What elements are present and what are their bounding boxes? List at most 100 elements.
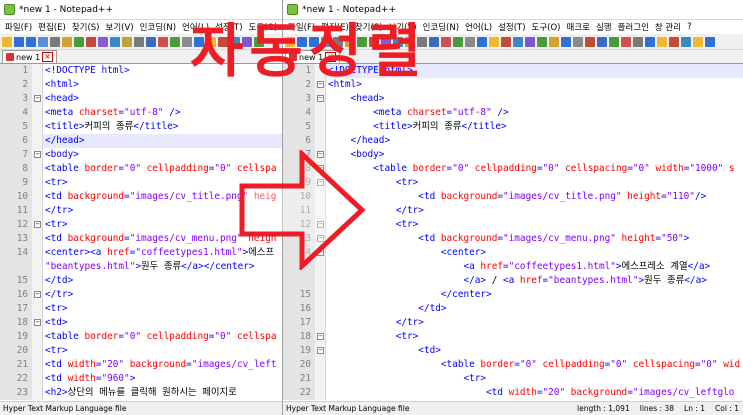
code-line[interactable]: 6 </head> <box>0 134 282 148</box>
code-line[interactable]: 18− <td> <box>0 316 282 330</box>
play-icon[interactable] <box>549 36 559 47</box>
left-document-tab[interactable]: new 1 × <box>2 50 57 63</box>
right-menu-item[interactable]: 창 관리 <box>652 21 684 33</box>
folder-icon[interactable] <box>501 36 511 47</box>
fold-toggle-icon[interactable]: − <box>34 151 41 158</box>
code-line[interactable]: 17 </tr> <box>283 316 743 330</box>
replace-icon[interactable] <box>429 36 439 47</box>
fold-toggle-icon[interactable]: − <box>34 319 41 326</box>
code-line[interactable]: 16 </td> <box>283 302 743 316</box>
find-icon[interactable] <box>134 36 144 47</box>
code-line[interactable]: 22 <td width="960"> <box>0 372 282 386</box>
code-token: href <box>480 261 503 272</box>
save-macro-icon[interactable] <box>561 36 571 47</box>
right-menu-item[interactable]: 도구(O) <box>529 21 564 33</box>
cut-icon[interactable] <box>645 36 655 47</box>
left-menu-item[interactable]: 보기(V) <box>103 21 137 33</box>
code-line[interactable]: 20 <tr> <box>0 344 282 358</box>
close-icon[interactable]: × <box>42 52 53 62</box>
right-menu-item[interactable]: ? <box>684 22 695 32</box>
fold-toggle-icon[interactable]: − <box>317 333 324 340</box>
paste-icon[interactable] <box>98 36 108 47</box>
right-menu-item[interactable]: 플러그인 <box>615 21 652 33</box>
find-icon[interactable] <box>705 36 715 47</box>
code-line[interactable]: </a> / <a href="beantypes.html">원두 종류</a… <box>283 274 743 288</box>
record-icon[interactable] <box>525 36 535 47</box>
code-token: "20" <box>101 359 125 370</box>
code-line[interactable]: 23 <h2>상단의 메뉴를 클릭해 원하시는 페이지로 <box>0 386 282 400</box>
right-menu-item[interactable]: 설정(T) <box>495 21 528 33</box>
code-token: "coffeetypes1.html" <box>135 247 243 258</box>
right-menu-item[interactable]: 매크로 <box>564 21 593 33</box>
code-line[interactable]: 6 </head> <box>283 134 743 148</box>
sync-icon[interactable] <box>465 36 475 47</box>
open-file-icon[interactable] <box>585 36 595 47</box>
undo-icon[interactable] <box>110 36 120 47</box>
left-menu-item[interactable]: 인코딩(N) <box>137 21 179 33</box>
fold-toggle-icon[interactable]: − <box>34 221 41 228</box>
code-line[interactable]: 15 </td> <box>0 274 282 288</box>
left-menu-item[interactable]: 파일(F) <box>2 21 35 33</box>
wrap-icon[interactable] <box>477 36 487 47</box>
code-line[interactable]: 5 <title>커피의 종류</title> <box>283 120 743 134</box>
save-icon[interactable] <box>597 36 607 47</box>
code-line[interactable]: 15 </center> <box>283 288 743 302</box>
right-menu-item[interactable]: 실행 <box>593 21 615 33</box>
left-menu-item[interactable]: 편집(E) <box>35 21 69 33</box>
copy-icon[interactable] <box>657 36 667 47</box>
code-line[interactable]: 16− </tr> <box>0 288 282 302</box>
open-file-icon[interactable] <box>14 36 24 47</box>
close-icon[interactable] <box>621 36 631 47</box>
zoom-in-icon[interactable] <box>441 36 451 47</box>
code-token: width <box>67 373 96 384</box>
code-token: s <box>728 163 735 174</box>
code-line[interactable]: 3− <head> <box>0 92 282 106</box>
zoom-out-icon[interactable] <box>453 36 463 47</box>
zoom-in-icon[interactable] <box>158 36 168 47</box>
code-token: <table <box>45 163 85 174</box>
fold-toggle-icon[interactable]: − <box>34 95 41 102</box>
print-icon[interactable] <box>633 36 643 47</box>
indent-icon[interactable] <box>489 36 499 47</box>
redo-icon[interactable] <box>693 36 703 47</box>
close-icon[interactable] <box>50 36 60 47</box>
fold-toggle-icon[interactable]: − <box>34 291 41 298</box>
copy-icon[interactable] <box>86 36 96 47</box>
code-line[interactable]: 21 <tr> <box>283 372 743 386</box>
zoom-out-icon[interactable] <box>170 36 180 47</box>
fold-toggle-icon[interactable]: − <box>317 347 324 354</box>
new-file-icon[interactable] <box>573 36 583 47</box>
code-line[interactable]: 21 <td width="20" background="images/cv_l… <box>0 358 282 372</box>
function-list-icon[interactable] <box>513 36 523 47</box>
fold-margin <box>32 386 43 400</box>
new-file-icon[interactable] <box>2 36 12 47</box>
code-line[interactable]: 17 <tr> <box>0 302 282 316</box>
stop-icon[interactable] <box>537 36 547 47</box>
fold-toggle-icon[interactable]: − <box>317 95 324 102</box>
line-number: 19 <box>0 330 32 344</box>
code-line[interactable]: 4 <meta charset="utf-8" /> <box>0 106 282 120</box>
save-icon[interactable] <box>26 36 36 47</box>
code-line[interactable]: 5 <title>커피의 종류</title> <box>0 120 282 134</box>
code-line[interactable]: 20 <table border="0" cellpadding="0" cel… <box>283 358 743 372</box>
cut-icon[interactable] <box>74 36 84 47</box>
code-line[interactable]: 4 <meta charset="utf-8" /> <box>283 106 743 120</box>
undo-icon[interactable] <box>681 36 691 47</box>
line-number: 10 <box>0 190 32 204</box>
replace-icon[interactable] <box>146 36 156 47</box>
print-icon[interactable] <box>62 36 72 47</box>
code-line[interactable]: 18− <tr> <box>283 330 743 344</box>
right-menu-item[interactable]: 언어(L) <box>462 21 495 33</box>
left-menu-item[interactable]: 찾기(S) <box>69 21 103 33</box>
code-token: 상단의 메뉴를 클릭해 원하시는 페이지로 <box>67 387 237 398</box>
code-line[interactable]: 19 <table border="0" cellpadding="0" cell… <box>0 330 282 344</box>
save-all-icon[interactable] <box>609 36 619 47</box>
code-token: </td> <box>45 275 74 286</box>
unsaved-document-icon <box>6 53 14 61</box>
redo-icon[interactable] <box>122 36 132 47</box>
code-line[interactable]: 22 <td width="20" background="images/cv_… <box>283 386 743 400</box>
code-line[interactable]: 3− <head> <box>283 92 743 106</box>
save-all-icon[interactable] <box>38 36 48 47</box>
paste-icon[interactable] <box>669 36 679 47</box>
code-line[interactable]: 19− <td> <box>283 344 743 358</box>
